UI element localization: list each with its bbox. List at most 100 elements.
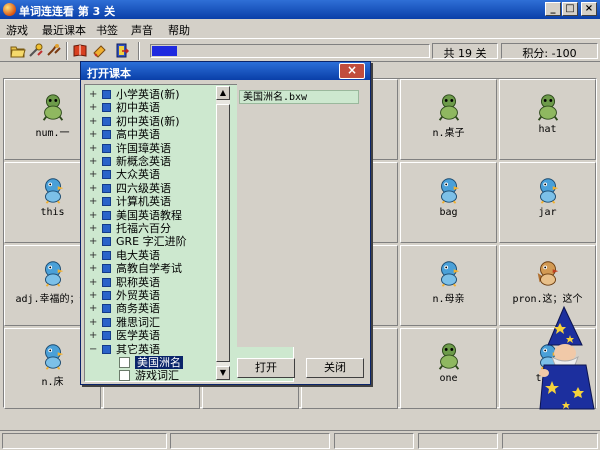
menu-help[interactable]: 帮助 bbox=[168, 22, 190, 38]
open-button[interactable]: 打开 bbox=[237, 358, 295, 378]
tree-item[interactable]: + 电大英语 bbox=[85, 249, 213, 262]
tree-item-label: GRE 字汇进阶 bbox=[116, 235, 187, 249]
tree-expander[interactable]: + bbox=[89, 276, 98, 289]
bookmark-icon[interactable] bbox=[92, 43, 108, 58]
tree-item[interactable]: − 其它英语 bbox=[85, 343, 213, 356]
tree-child-label: 游戏词汇 bbox=[135, 369, 179, 382]
tree-item[interactable]: + 医学英语 bbox=[85, 329, 213, 342]
tree-item[interactable]: + 四六级英语 bbox=[85, 182, 213, 195]
tree-item-label: 美国英语教程 bbox=[116, 208, 182, 222]
tree-item[interactable]: + 新概念英语 bbox=[85, 155, 213, 168]
toolbar: 共 19 关 积分: -100 bbox=[0, 38, 600, 62]
menu-bar: 游戏 最近课本 书签 声音 帮助 bbox=[0, 19, 600, 38]
tree-expander[interactable]: + bbox=[89, 289, 98, 302]
tree-child-item[interactable]: 游戏词汇 bbox=[85, 369, 213, 382]
tree-scrollbar[interactable]: ▲ ▼ bbox=[216, 86, 230, 380]
menu-recent-books[interactable]: 最近课本 bbox=[42, 22, 86, 38]
tree-expander[interactable]: + bbox=[89, 302, 98, 315]
tree-expander[interactable]: + bbox=[89, 182, 98, 195]
dialog-cancel-button[interactable]: 关闭 bbox=[306, 358, 364, 378]
card-word: one bbox=[439, 373, 458, 384]
tree-item-label: 新概念英语 bbox=[116, 155, 171, 168]
blue-bird-icon bbox=[44, 178, 63, 204]
open-book-dialog: 打开课本 × 游戏词汇 美国洲名 − 其它英语 + 医学英语 + 雅思词汇 + 商务英语 + 外贸英语… bbox=[80, 61, 371, 385]
blue-bird-icon bbox=[440, 178, 459, 204]
word-card[interactable]: hat bbox=[499, 79, 596, 160]
exit-door-icon[interactable] bbox=[114, 43, 130, 58]
tree-expander[interactable]: + bbox=[89, 262, 98, 275]
book-icon bbox=[102, 103, 111, 113]
tree-expander[interactable]: − bbox=[89, 343, 98, 356]
book-icon bbox=[102, 170, 111, 180]
tree-item[interactable]: + 职称英语 bbox=[85, 276, 213, 289]
tools-icon[interactable] bbox=[28, 43, 44, 58]
book-icon[interactable] bbox=[72, 43, 88, 58]
tree-item[interactable]: + 初中英语 bbox=[85, 101, 213, 114]
word-card[interactable]: jar bbox=[499, 162, 596, 243]
minimize-button[interactable]: _ bbox=[545, 2, 561, 16]
tree-expander[interactable]: + bbox=[89, 88, 98, 101]
tree-expander[interactable]: + bbox=[89, 168, 98, 181]
open-folder-icon[interactable] bbox=[10, 43, 26, 58]
tree-expander[interactable]: + bbox=[89, 115, 98, 128]
tree-item-label: 托福六百分 bbox=[116, 222, 171, 235]
menu-game[interactable]: 游戏 bbox=[6, 22, 28, 38]
connect-icon[interactable] bbox=[46, 43, 62, 58]
tree-item[interactable]: + 小学英语(新) bbox=[85, 88, 213, 101]
tree-item[interactable]: + 美国英语教程 bbox=[85, 209, 213, 222]
file-entry[interactable]: 美国洲名.bxw bbox=[239, 90, 359, 104]
word-card[interactable]: one bbox=[400, 328, 497, 409]
tree-expander[interactable]: + bbox=[89, 155, 98, 168]
tree-item[interactable]: + GRE 字汇进阶 bbox=[85, 235, 213, 248]
scroll-down-button[interactable]: ▼ bbox=[216, 366, 230, 380]
blue-bird-icon bbox=[539, 178, 558, 204]
tree-child-item[interactable]: 美国洲名 bbox=[85, 356, 213, 369]
tree-item[interactable]: + 外贸英语 bbox=[85, 289, 213, 302]
status-cell bbox=[418, 433, 498, 449]
book-icon bbox=[102, 197, 111, 207]
tree-item[interactable]: + 初中英语(新) bbox=[85, 115, 213, 128]
tree-expander[interactable]: + bbox=[89, 209, 98, 222]
tree-item-label: 高教自学考试 bbox=[116, 262, 182, 276]
tree-item[interactable]: + 雅思词汇 bbox=[85, 316, 213, 329]
tree-expander[interactable]: + bbox=[89, 101, 98, 114]
dialog-close-button[interactable]: × bbox=[339, 63, 365, 79]
word-card[interactable]: bag bbox=[400, 162, 497, 243]
scroll-thumb[interactable] bbox=[216, 104, 230, 362]
maximize-button[interactable]: □ bbox=[562, 2, 578, 16]
card-word: n.母亲 bbox=[432, 294, 465, 305]
tree-item-label: 商务英语 bbox=[116, 302, 160, 316]
tree-expander[interactable]: + bbox=[89, 195, 98, 208]
blue-bird-icon bbox=[44, 261, 63, 287]
tree-item-label: 医学英语 bbox=[116, 329, 160, 343]
card-word: bag bbox=[439, 207, 458, 218]
tree-item[interactable]: + 高中英语 bbox=[85, 128, 213, 141]
tree-expander[interactable]: + bbox=[89, 235, 98, 248]
tree-expander[interactable]: + bbox=[89, 128, 98, 141]
tree-item[interactable]: + 许国璋英语 bbox=[85, 142, 213, 155]
book-icon bbox=[102, 90, 111, 99]
book-icon bbox=[102, 143, 111, 153]
wizard-mascot-icon bbox=[539, 305, 595, 410]
tree-item[interactable]: + 高教自学考试 bbox=[85, 262, 213, 275]
close-button[interactable]: × bbox=[581, 2, 597, 16]
word-card[interactable]: n.母亲 bbox=[400, 245, 497, 326]
book-icon bbox=[102, 291, 111, 300]
menu-bookmarks[interactable]: 书签 bbox=[96, 22, 118, 38]
tree-item[interactable]: + 托福六百分 bbox=[85, 222, 213, 235]
tree-expander[interactable]: + bbox=[89, 249, 98, 262]
green-turtle-icon bbox=[42, 94, 63, 121]
word-card[interactable]: n.桌子 bbox=[400, 79, 497, 160]
tree-expander[interactable]: + bbox=[89, 222, 98, 235]
scroll-up-button[interactable]: ▲ bbox=[216, 86, 230, 100]
tree-item[interactable]: + 大众英语 bbox=[85, 168, 213, 181]
tree-expander[interactable]: + bbox=[89, 329, 98, 342]
tree-item[interactable]: + 计算机英语 bbox=[85, 195, 213, 208]
menu-sound[interactable]: 声音 bbox=[131, 22, 153, 38]
tree-expander[interactable]: + bbox=[89, 142, 98, 155]
book-icon bbox=[102, 317, 111, 327]
tree-expander[interactable]: + bbox=[89, 316, 98, 329]
tree-item[interactable]: + 商务英语 bbox=[85, 302, 213, 315]
tree-item-label: 初中英语 bbox=[116, 101, 160, 115]
book-icon bbox=[102, 237, 111, 247]
